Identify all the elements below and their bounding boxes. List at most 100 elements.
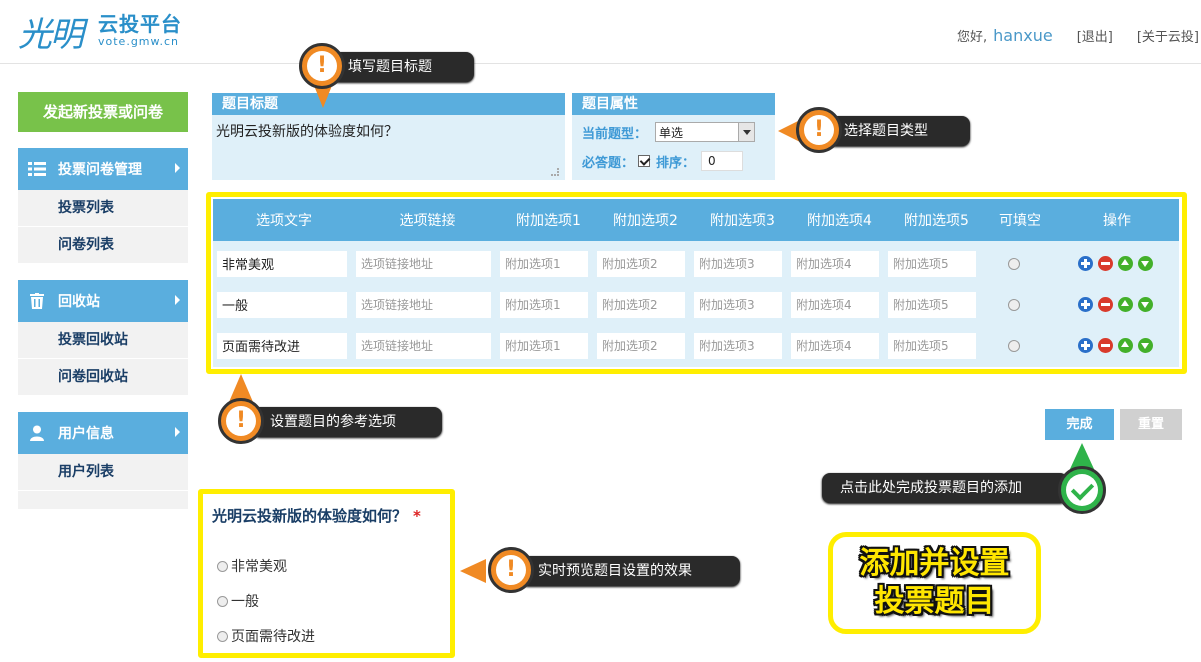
logout-link[interactable]: [退出] [1077, 26, 1113, 45]
move-up-icon[interactable] [1118, 338, 1133, 353]
fillable-radio[interactable] [1008, 298, 1020, 311]
menu-head-manage[interactable]: 投票问卷管理 [18, 148, 188, 190]
warning-icon: ! [299, 43, 345, 89]
remove-icon[interactable] [1098, 338, 1113, 353]
logo-text: 云投平台 vote.gmw.cn [98, 13, 182, 49]
chevron-right-icon [175, 163, 180, 173]
extra-option-5-input[interactable]: 附加选项5 [888, 250, 976, 277]
extra-option-4-input[interactable]: 附加选项4 [791, 250, 879, 277]
about-link[interactable]: [关于云投] [1137, 26, 1199, 45]
preview-option[interactable]: 一般 [217, 591, 259, 611]
move-down-icon[interactable] [1138, 338, 1153, 353]
col-option-link: 选项链接 [399, 213, 456, 229]
add-icon[interactable] [1078, 297, 1093, 312]
extra-option-4-input[interactable]: 附加选项4 [791, 291, 879, 318]
col-fillable: 可填空 [999, 213, 1041, 229]
extra-option-4-input[interactable]: 附加选项4 [791, 332, 879, 359]
col-extra-1: 附加选项1 [516, 213, 581, 229]
logo-brush-text: 光明 [18, 14, 84, 55]
remove-icon[interactable] [1098, 256, 1113, 271]
move-up-icon[interactable] [1118, 256, 1133, 271]
extra-option-3-input[interactable]: 附加选项3 [694, 332, 782, 359]
big-title-label: 添加并设置 投票题目 [828, 532, 1041, 634]
logo-url: vote.gmw.cn [98, 35, 180, 48]
vote-editor-page: 光明 云投平台 vote.gmw.cn 您好, hanxue [退出] [关于云… [0, 0, 1201, 662]
chevron-right-icon [175, 295, 180, 305]
move-down-icon[interactable] [1138, 297, 1153, 312]
warning-mark: ! [804, 115, 834, 145]
col-extra-2: 附加选项2 [613, 213, 678, 229]
sidebar-item-vote-list[interactable]: 投票列表 [18, 190, 188, 227]
sidebar-item-survey-recycle[interactable]: 问卷回收站 [18, 359, 188, 396]
preview-radio[interactable] [217, 560, 228, 572]
question-title-textarea[interactable]: 光明云投新版的体验度如何？ [212, 115, 565, 147]
row-actions [1078, 297, 1158, 312]
option-text-input[interactable]: 页面需待改进 [217, 332, 347, 359]
extra-option-2-input[interactable]: 附加选项2 [597, 250, 685, 277]
option-text-input[interactable]: 非常美观 [217, 250, 347, 277]
add-icon[interactable] [1078, 338, 1093, 353]
resize-grip-icon[interactable] [551, 168, 559, 176]
sidebar-item-vote-recycle[interactable]: 投票回收站 [18, 322, 188, 359]
extra-option-1-input[interactable]: 附加选项1 [500, 291, 588, 318]
required-row: 必答题： 排序： 0 [572, 151, 775, 171]
big-title-line-1: 添加并设置 [859, 546, 1010, 581]
warning-mark: ! [307, 51, 337, 81]
menu-head-label: 用户信息 [58, 426, 114, 442]
preview-question-text: 光明云投新版的体验度如何？ [212, 507, 408, 525]
row-actions [1078, 256, 1158, 271]
new-vote-button[interactable]: 发起新投票或问卷 [18, 92, 188, 132]
menu-head-user[interactable]: 用户信息 [18, 412, 188, 454]
question-title-panel: 题目标题 光明云投新版的体验度如何？ [212, 93, 565, 180]
col-extra-4: 附加选项4 [807, 213, 872, 229]
menu-head-label: 回收站 [58, 294, 100, 310]
trash-icon [28, 293, 46, 309]
menu-group-manage: 投票问卷管理 投票列表 问卷列表 [18, 148, 188, 264]
move-up-icon[interactable] [1118, 297, 1133, 312]
options-table: 选项文字 选项链接 附加选项1 附加选项2 附加选项3 附加选项4 附加选项5 … [213, 199, 1179, 367]
extra-option-5-input[interactable]: 附加选项5 [888, 291, 976, 318]
preview-option-label: 一般 [231, 594, 259, 610]
option-link-input[interactable]: 选项链接地址 [356, 291, 491, 318]
move-down-icon[interactable] [1138, 256, 1153, 271]
extra-option-2-input[interactable]: 附加选项2 [597, 291, 685, 318]
logo-name: 云投平台 [98, 12, 182, 36]
preview-option[interactable]: 非常美观 [217, 556, 287, 576]
preview-option[interactable]: 页面需待改进 [217, 626, 315, 646]
row-actions [1078, 338, 1158, 353]
extra-option-3-input[interactable]: 附加选项3 [694, 250, 782, 277]
sidebar-item-survey-list[interactable]: 问卷列表 [18, 227, 188, 264]
add-icon[interactable] [1078, 256, 1093, 271]
username-link[interactable]: hanxue [993, 26, 1053, 45]
preview-radio[interactable] [217, 630, 228, 642]
required-mark: * [413, 507, 421, 525]
reset-button[interactable]: 重置 [1120, 409, 1182, 440]
preview-radio[interactable] [217, 595, 228, 607]
callout-fill-title: 填写题目标题 [330, 52, 474, 82]
remove-icon[interactable] [1098, 297, 1113, 312]
fillable-radio[interactable] [1008, 257, 1020, 270]
extra-option-3-input[interactable]: 附加选项3 [694, 291, 782, 318]
user-area: 您好, hanxue [退出] [关于云投] [957, 26, 1201, 45]
fillable-radio[interactable] [1008, 339, 1020, 352]
option-link-input[interactable]: 选项链接地址 [356, 332, 491, 359]
menu-head-label: 投票问卷管理 [58, 162, 142, 178]
extra-option-2-input[interactable]: 附加选项2 [597, 332, 685, 359]
callout-click-done: 点击此处完成投票题目的添加 [822, 473, 1068, 503]
required-label: 必答题： [582, 155, 635, 171]
order-input[interactable]: 0 [701, 151, 744, 171]
logo[interactable]: 光明 云投平台 vote.gmw.cn [18, 6, 182, 56]
question-type-select[interactable]: 单选 [655, 122, 756, 142]
menu-head-recycle[interactable]: 回收站 [18, 280, 188, 322]
extra-option-1-input[interactable]: 附加选项1 [500, 250, 588, 277]
extra-option-5-input[interactable]: 附加选项5 [888, 332, 976, 359]
done-button[interactable]: 完成 [1045, 409, 1114, 440]
option-text-input[interactable]: 一般 [217, 291, 347, 318]
option-link-input[interactable]: 选项链接地址 [356, 250, 491, 277]
preview-option-label: 非常美观 [231, 559, 287, 575]
sidebar-item-user-list[interactable]: 用户列表 [18, 454, 188, 491]
extra-option-1-input[interactable]: 附加选项1 [500, 332, 588, 359]
dropdown-arrow-icon[interactable] [738, 123, 755, 141]
greeting: 您好, [957, 30, 988, 45]
required-checkbox[interactable] [638, 155, 651, 167]
